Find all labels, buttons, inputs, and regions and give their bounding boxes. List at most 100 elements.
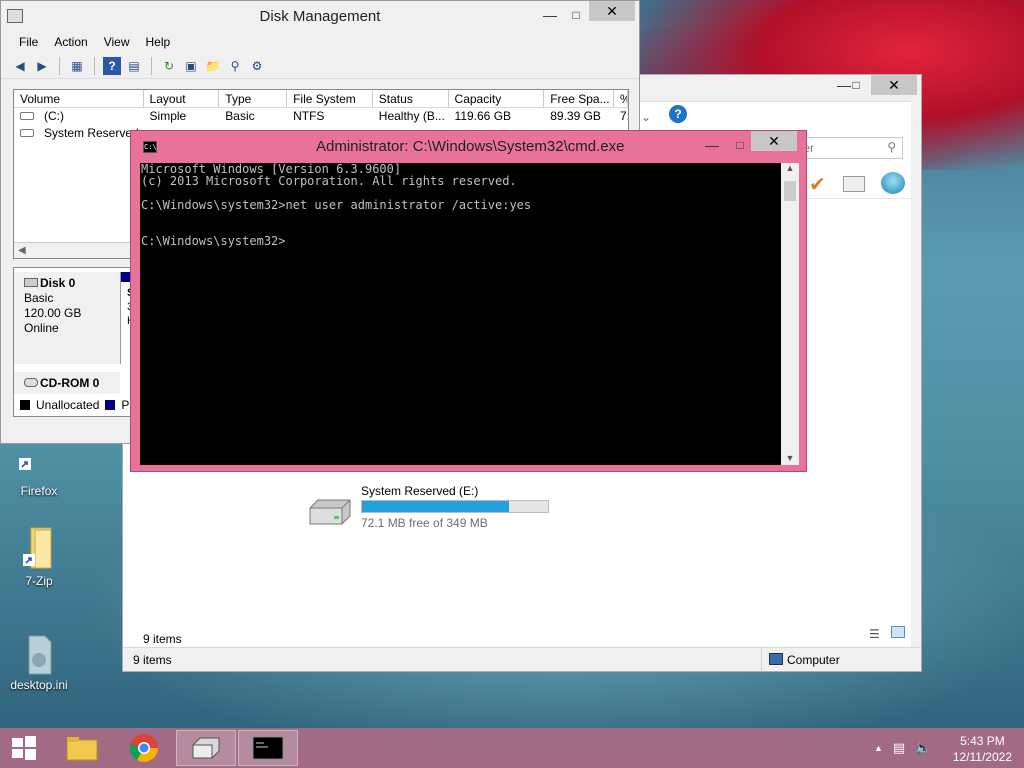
cmd-window[interactable]: C:\ Administrator: C:\Windows\System32\c… (130, 130, 807, 472)
rescan-disks-icon[interactable]: ▣ (182, 57, 200, 75)
legend-swatch-primary (105, 400, 116, 410)
scroll-thumb[interactable] (784, 181, 796, 201)
column-header-capacity[interactable]: Capacity (449, 90, 545, 107)
disk-state: Online (24, 321, 59, 335)
volume-icon[interactable]: 🔈 (915, 740, 931, 756)
console-output[interactable]: Microsoft Windows [Version 6.3.9600] (c) … (140, 163, 790, 465)
hard-drive-icon (306, 498, 354, 525)
drive-free-text: 72.1 MB free of 349 MB (361, 516, 488, 530)
cell: Basic (225, 109, 255, 123)
help-book-icon[interactable]: ? (103, 56, 121, 75)
cell: Simple (149, 109, 187, 123)
menu-view[interactable]: View (96, 33, 138, 53)
back-arrow-icon[interactable]: ◀ (11, 57, 29, 75)
disk-management-titlebar[interactable]: Disk Management — □ ✕ (1, 1, 639, 33)
cell: NTFS (293, 109, 325, 123)
search-icon[interactable]: ⚲ (226, 57, 244, 75)
hard-drive-icon (192, 737, 220, 759)
scroll-down-icon[interactable]: ▼ (781, 453, 799, 463)
search-icon: ⚲ (887, 140, 896, 154)
cell: 89.39 GB (550, 109, 601, 123)
cdrom-0-label[interactable]: CD-ROM 0 (14, 372, 120, 394)
column-header-status[interactable]: Status (373, 90, 449, 107)
column-header-type[interactable]: Type (219, 90, 288, 107)
settings-icon[interactable]: ⚙ (248, 57, 266, 75)
column-header-file-system[interactable]: File System (287, 90, 373, 107)
address-dropdown-chevron-icon[interactable]: ⌄ (641, 110, 651, 124)
chrome-icon (129, 734, 158, 762)
minimize-button[interactable]: — (697, 135, 727, 155)
drive-name: System Reserved (E:) (361, 484, 479, 498)
cmd-titlebar[interactable]: C:\ Administrator: C:\Windows\System32\c… (131, 131, 806, 163)
disk-0-label[interactable]: Disk 0 Basic 120.00 GB Online (14, 272, 120, 364)
tiles-view-icon[interactable] (891, 626, 905, 638)
taskbar-chrome[interactable] (114, 730, 174, 766)
open-folder-icon[interactable]: 📁 (204, 57, 222, 75)
search-input[interactable]: ter ⚲ (795, 137, 903, 159)
volume-icon (20, 112, 34, 120)
legend: Unallocated Pr (20, 398, 133, 412)
firefox-icon (19, 440, 59, 480)
menu-action[interactable]: Action (46, 33, 95, 53)
toolbar-separator (94, 56, 95, 75)
help-icon[interactable]: ? (669, 105, 687, 123)
maximize-icon: □ (852, 78, 860, 92)
checkmark-icon[interactable]: ✔ (809, 172, 826, 197)
folder-icon (19, 526, 59, 569)
cmd-app-icon: C:\ (143, 141, 157, 153)
window-title: Administrator: C:\Windows\System32\cmd.e… (316, 138, 625, 155)
console-line: (c) 2013 Microsoft Corporation. All righ… (141, 174, 517, 188)
maximize-button[interactable]: □ (561, 5, 591, 25)
volume-list-header: Volume Layout Type File System Status Ca… (14, 90, 628, 108)
items-count: 9 items (143, 632, 182, 646)
scroll-up-icon[interactable]: ▲ (781, 163, 799, 173)
cd-drive-icon (24, 378, 38, 387)
cell: 7: (620, 109, 628, 123)
taskbar-file-explorer[interactable] (52, 730, 112, 766)
drive-usage-fill (362, 501, 509, 512)
disk-name: Disk 0 (40, 276, 76, 290)
disk-icon (24, 278, 38, 287)
desktop-icon-firefox[interactable]: Firefox (4, 440, 74, 498)
close-button[interactable]: ✕ (589, 1, 635, 21)
system-tray: ▲ ▤ 🔈 (874, 740, 931, 756)
start-button[interactable] (0, 730, 48, 766)
properties-icon[interactable]: ▤ (125, 57, 143, 75)
drive-tile-system-reserved[interactable]: System Reserved (E:) 72.1 MB free of 349… (306, 484, 566, 530)
show-hidden-icons-icon[interactable]: ▲ (874, 740, 883, 756)
column-header-free-space[interactable]: Free Spa... (544, 90, 614, 107)
cell: Healthy (B... (378, 109, 445, 123)
menu-file[interactable]: File (11, 33, 46, 53)
globe-icon[interactable] (881, 172, 905, 194)
clock[interactable]: 5:43 PM 12/11/2022 (953, 733, 1012, 765)
taskbar-cmd[interactable] (238, 730, 298, 766)
details-view-icon[interactable]: ☰ (869, 627, 880, 641)
cmd-icon (252, 736, 284, 760)
show-hide-tree-icon[interactable]: ▦ (68, 57, 86, 75)
menu-help[interactable]: Help (138, 33, 179, 53)
taskbar-disk-management[interactable] (176, 730, 236, 766)
column-header-percent[interactable]: % (614, 90, 628, 107)
desktop-icon-label: 7-Zip (25, 574, 53, 588)
close-button[interactable]: ✕ (751, 131, 797, 151)
network-icon[interactable]: ▤ (893, 740, 905, 756)
forward-arrow-icon[interactable]: ▶ (33, 57, 51, 75)
mail-icon[interactable] (843, 176, 865, 192)
disk-management-app-icon (7, 9, 23, 23)
drive-usage-bar (361, 500, 549, 513)
column-header-volume[interactable]: Volume (14, 90, 144, 107)
status-divider (761, 648, 762, 672)
column-header-layout[interactable]: Layout (144, 90, 220, 107)
computer-icon (769, 653, 783, 665)
desktop-icon-desktop-ini[interactable]: desktop.ini (4, 634, 74, 692)
refresh-icon[interactable]: ↻ (160, 57, 178, 75)
table-row[interactable]: (C:) Simple Basic NTFS Healthy (B... 119… (14, 108, 628, 125)
taskbar: ▲ ▤ 🔈 5:43 PM 12/11/2022 (0, 728, 1024, 768)
console-line: C:\Windows\system32>net user administrat… (141, 198, 532, 212)
settings-file-icon (19, 634, 59, 675)
close-button[interactable]: ✕ (871, 75, 917, 95)
cell: 119.66 GB (454, 109, 512, 123)
vertical-scrollbar[interactable]: ▲ ▼ (781, 163, 799, 465)
desktop-icon-7zip[interactable]: 7-Zip (4, 526, 74, 588)
